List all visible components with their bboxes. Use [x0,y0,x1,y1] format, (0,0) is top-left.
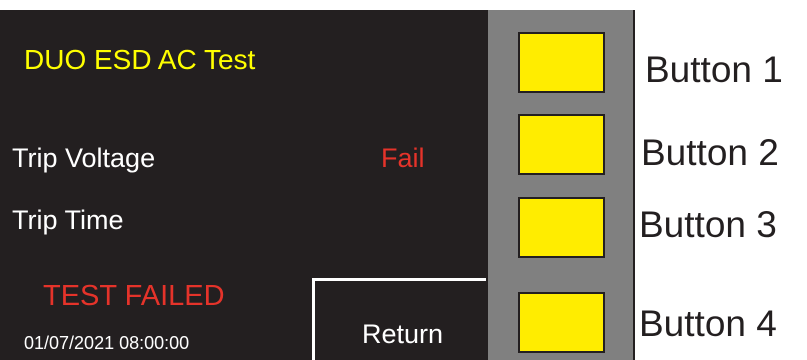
return-label: Return [362,319,444,349]
test-status: TEST FAILED [43,280,225,312]
callout-button-2: Button 2 [641,132,779,173]
callout-button-4: Button 4 [639,303,777,344]
callout-button-1: Button 1 [645,49,783,90]
date-time: 01/07/2021 08:00:00 [24,333,190,353]
soft-key-2[interactable] [518,114,605,175]
trip-voltage-label: Trip Voltage [12,143,156,173]
soft-key-3[interactable] [518,197,605,258]
trip-time-label: Trip Time [12,205,124,235]
soft-key-1[interactable] [518,32,605,93]
callout-button-3: Button 3 [639,204,777,245]
return-button[interactable]: Return [312,278,486,360]
trip-voltage-result: Fail [381,143,425,173]
soft-key-4[interactable] [518,292,605,353]
test-title: DUO ESD AC Test [24,44,256,75]
